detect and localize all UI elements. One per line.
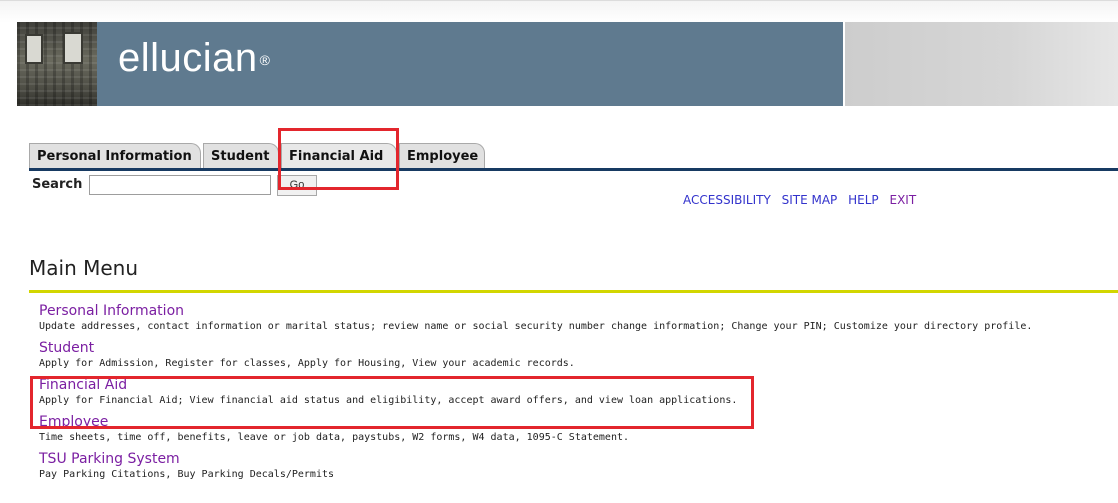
exit-link[interactable]: EXIT — [889, 193, 916, 207]
menu-link-personal-information[interactable]: Personal Information — [39, 302, 1118, 320]
main-menu-list: Personal Information Update addresses, c… — [39, 302, 1118, 487]
menu-description: Time sheets, time off, benefits, leave o… — [39, 432, 630, 443]
logo-text: ellucian — [118, 36, 258, 80]
menu-link-employee[interactable]: Employee — [39, 413, 1118, 431]
tab-underline — [29, 168, 1118, 171]
help-link[interactable]: HELP — [848, 193, 879, 207]
menu-description: Update addresses, contact information or… — [39, 321, 1033, 332]
menu-description: Apply for Admission, Register for classe… — [39, 358, 575, 369]
site-map-link[interactable]: SITE MAP — [782, 193, 838, 207]
page-title: Main Menu — [29, 256, 139, 281]
menu-divider — [29, 290, 1118, 293]
tab-employee[interactable]: Employee — [399, 143, 485, 168]
header-banner-right — [845, 22, 1118, 106]
tab-financial-aid[interactable]: Financial Aid — [281, 143, 397, 168]
menu-link-student[interactable]: Student — [39, 339, 1118, 357]
menu-link-tsu-parking-system[interactable]: TSU Parking System — [39, 450, 1118, 468]
tab-personal-information[interactable]: Personal Information — [29, 143, 201, 168]
menu-item-financial-aid: Financial Aid Apply for Financial Aid; V… — [39, 376, 1118, 408]
tab-student[interactable]: Student — [203, 143, 279, 168]
menu-item-tsu-parking-system: TSU Parking System Pay Parking Citations… — [39, 450, 1118, 482]
top-shade — [0, 0, 1118, 23]
building-window — [63, 32, 83, 64]
accessibility-link[interactable]: ACCESSIBILITY — [683, 193, 771, 207]
menu-description: Apply for Financial Aid; View financial … — [39, 395, 738, 406]
menu-link-financial-aid[interactable]: Financial Aid — [39, 376, 1118, 394]
menu-item-student: Student Apply for Admission, Register fo… — [39, 339, 1118, 371]
registered-mark: ® — [259, 52, 271, 69]
menu-item-employee: Employee Time sheets, time off, benefits… — [39, 413, 1118, 445]
search-input[interactable] — [89, 175, 271, 195]
campus-building-photo — [17, 22, 97, 106]
search-label: Search — [32, 177, 83, 192]
menu-item-personal-information: Personal Information Update addresses, c… — [39, 302, 1118, 334]
utility-links: ACCESSIBILITY SITE MAP HELP EXIT — [683, 193, 923, 207]
search-go-button[interactable]: Go — [277, 175, 317, 196]
ellucian-logo: ellucian ® — [118, 36, 270, 81]
building-window — [25, 34, 43, 64]
menu-description: Pay Parking Citations, Buy Parking Decal… — [39, 469, 335, 480]
